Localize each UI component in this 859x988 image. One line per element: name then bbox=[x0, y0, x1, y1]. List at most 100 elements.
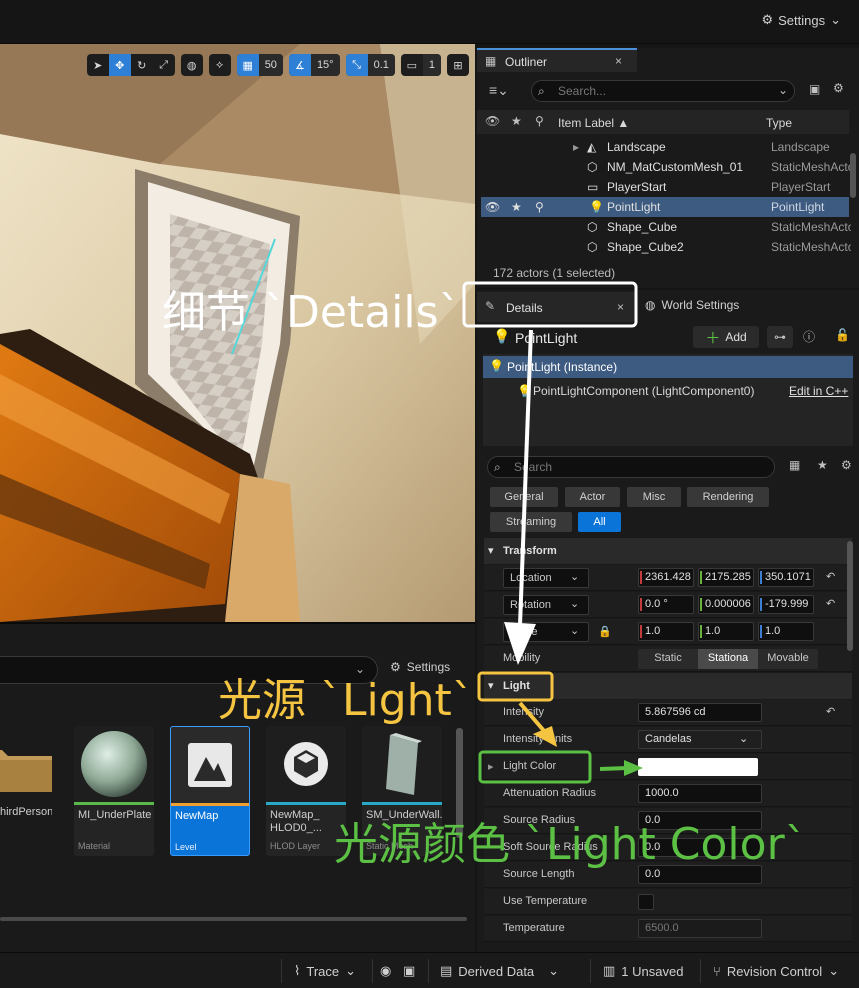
item-label-column[interactable]: Item Label ▲ bbox=[558, 116, 629, 130]
location-dropdown[interactable]: Location ⌄ bbox=[503, 568, 589, 588]
scale-x-input[interactable]: 1.0 bbox=[638, 622, 694, 641]
mobility-stationary[interactable]: Stationa bbox=[698, 649, 758, 669]
intensity-input[interactable]: 5.867596 cd bbox=[638, 703, 762, 722]
surface-snap-icon[interactable]: ⟡ bbox=[209, 54, 231, 76]
tab-world-settings[interactable]: ◍ World Settings bbox=[645, 298, 739, 312]
scale-dropdown[interactable]: Scale ⌄ bbox=[503, 622, 589, 642]
outliner-row[interactable]: ⬡ NM_MatCustomMesh_01 StaticMeshActor bbox=[481, 157, 851, 177]
temperature-input[interactable]: 6500.0 bbox=[638, 919, 762, 938]
reset-arrow-icon[interactable]: ↶ bbox=[826, 570, 835, 583]
close-icon[interactable]: × bbox=[617, 300, 624, 314]
record-button[interactable]: ◉ bbox=[380, 963, 391, 979]
close-icon[interactable]: × bbox=[615, 54, 622, 68]
rotation-z-input[interactable]: -179.999 bbox=[758, 595, 814, 614]
outliner-search-input[interactable]: ⌕ Search... ⌄ bbox=[531, 80, 795, 102]
layout-grid-icon[interactable]: ⊞ bbox=[447, 54, 469, 76]
scale-z-input[interactable]: 1.0 bbox=[758, 622, 814, 641]
gear-icon[interactable]: ⚙ bbox=[833, 81, 844, 95]
reset-arrow-icon[interactable]: ↶ bbox=[826, 705, 835, 718]
rotation-y-input[interactable]: 0.000006 bbox=[698, 595, 754, 614]
outliner-row[interactable]: ⬡ Shape_Cube2 StaticMeshActor bbox=[481, 237, 851, 257]
add-folder-icon[interactable]: ▣ bbox=[809, 82, 820, 96]
scale-snap-value[interactable]: 0.1 bbox=[367, 54, 395, 76]
asset-tile-mi-underplate[interactable]: MI_UnderPlate Material bbox=[74, 726, 154, 856]
asset-tile-newmap[interactable]: NewMap Level bbox=[170, 726, 250, 856]
location-z-input[interactable]: 350.1071 bbox=[758, 568, 814, 587]
camera-speed-value[interactable]: 1 bbox=[422, 54, 441, 76]
rotation-snap-value[interactable]: 15° bbox=[310, 54, 340, 76]
details-scrollbar[interactable] bbox=[847, 541, 853, 651]
tab-outliner[interactable]: ▦ Outliner × bbox=[477, 48, 637, 72]
lock-icon[interactable]: 🔓 bbox=[835, 328, 850, 342]
reset-arrow-icon[interactable]: ↶ bbox=[826, 597, 835, 610]
derived-data-button[interactable]: ▤ Derived Data ⌄ bbox=[440, 963, 559, 979]
filter-icon[interactable]: ≡⌄ bbox=[489, 82, 509, 99]
attenuation-input[interactable]: 1000.0 bbox=[638, 784, 762, 803]
property-matrix-icon[interactable]: ▦ bbox=[789, 458, 800, 472]
content-horizontal-scrollbar[interactable] bbox=[0, 917, 467, 921]
filter-actor[interactable]: Actor bbox=[565, 487, 620, 507]
outliner-row[interactable]: ▸ ◭ Landscape Landscape bbox=[481, 137, 849, 157]
location-x-input[interactable]: 2361.428 bbox=[638, 568, 694, 587]
filter-streaming[interactable]: Streaming bbox=[490, 512, 572, 532]
filter-all[interactable]: All bbox=[578, 512, 621, 532]
settings-button[interactable]: ⚙ Settings ⌄ bbox=[761, 12, 841, 28]
expand-arrow-icon[interactable]: ▸ bbox=[573, 140, 579, 154]
outliner-scrollbar[interactable] bbox=[850, 153, 856, 198]
tab-details[interactable]: ✎ Details × bbox=[477, 292, 635, 322]
filter-rendering[interactable]: Rendering bbox=[687, 487, 769, 507]
transform-section-header[interactable]: ▾ Transform bbox=[484, 538, 852, 564]
rotate-icon[interactable]: ↻ bbox=[131, 54, 153, 76]
pin-icon[interactable]: ⚲ bbox=[535, 200, 544, 214]
favorite-column-icon[interactable]: ★ bbox=[511, 114, 522, 128]
outliner-row[interactable]: ▭ PlayerStart PlayerStart bbox=[481, 177, 849, 197]
expand-arrow-icon[interactable]: ▸ bbox=[488, 760, 494, 773]
edit-cpp-link[interactable]: Edit in C++ bbox=[789, 384, 848, 398]
favorite-star-icon[interactable]: ★ bbox=[817, 458, 828, 472]
camera-icon[interactable]: ▭ bbox=[401, 54, 423, 76]
instance-row[interactable]: 💡 PointLight (Instance) bbox=[483, 356, 853, 378]
use-temperature-checkbox[interactable] bbox=[638, 894, 654, 910]
rotation-dropdown[interactable]: Rotation ⌄ bbox=[503, 595, 589, 615]
mobility-movable[interactable]: Movable bbox=[758, 649, 818, 669]
scale-icon[interactable]: ⤢ bbox=[153, 54, 175, 76]
visibility-column-icon[interactable]: 👁 bbox=[485, 114, 500, 128]
revision-control-button[interactable]: ⑂ Revision Control ⌄ bbox=[713, 963, 839, 979]
visibility-eye-icon[interactable]: 👁 bbox=[485, 200, 500, 214]
trace-button[interactable]: ⌇ Trace ⌄ bbox=[294, 963, 356, 979]
scale-snap-icon[interactable]: ⤡ bbox=[345, 54, 368, 76]
location-y-input[interactable]: 2175.285 bbox=[698, 568, 754, 587]
outliner-row[interactable]: ⬡ Shape_Cube StaticMeshActor bbox=[481, 217, 851, 237]
scale-y-input[interactable]: 1.0 bbox=[698, 622, 754, 641]
actor-name[interactable]: PointLight bbox=[515, 330, 577, 346]
help-icon[interactable]: ⓘ bbox=[803, 328, 815, 345]
move-icon[interactable]: ✥ bbox=[108, 54, 131, 76]
screenshot-button[interactable]: ▣ bbox=[403, 963, 415, 979]
globe-icon[interactable]: ◍ bbox=[181, 54, 203, 76]
lock-icon[interactable]: 🔒 bbox=[598, 625, 612, 638]
grid-snap-value[interactable]: 50 bbox=[258, 54, 283, 76]
blueprint-icon[interactable]: ⊶ bbox=[767, 326, 793, 348]
intensity-units-dropdown[interactable]: Candelas ⌄ bbox=[638, 730, 762, 749]
select-icon[interactable]: ➤ bbox=[87, 54, 109, 76]
light-color-swatch[interactable] bbox=[638, 758, 758, 776]
angle-icon[interactable]: ∡ bbox=[288, 54, 311, 76]
asset-tile-folder[interactable]: hirdPerson bbox=[0, 726, 52, 856]
light-section-header[interactable]: ▾ Light bbox=[484, 673, 852, 699]
filter-general[interactable]: General bbox=[490, 487, 558, 507]
rotation-x-input[interactable]: 0.0 ° bbox=[638, 595, 694, 614]
pin-column-icon[interactable]: ⚲ bbox=[535, 114, 544, 128]
grid-icon[interactable]: ▦ bbox=[236, 54, 259, 76]
outliner-row-selected[interactable]: 👁 ★ ⚲ 💡 PointLight PointLight bbox=[481, 197, 849, 217]
type-column[interactable]: Type bbox=[766, 116, 792, 130]
component-label[interactable]: PointLightComponent (LightComponent0) bbox=[533, 384, 754, 398]
unsaved-button[interactable]: ▥ 1 Unsaved bbox=[603, 963, 683, 979]
gear-icon[interactable]: ⚙ bbox=[841, 458, 852, 472]
chevron-down-icon: ⌄ bbox=[778, 83, 789, 97]
filter-misc[interactable]: Misc bbox=[627, 487, 681, 507]
mobility-static[interactable]: Static bbox=[638, 649, 698, 669]
favorite-star-icon[interactable]: ★ bbox=[511, 200, 522, 214]
revision-control-label: Revision Control bbox=[726, 963, 823, 979]
details-search-input[interactable]: ⌕ Search bbox=[487, 456, 775, 478]
add-component-button[interactable]: ＋ Add bbox=[693, 326, 759, 348]
